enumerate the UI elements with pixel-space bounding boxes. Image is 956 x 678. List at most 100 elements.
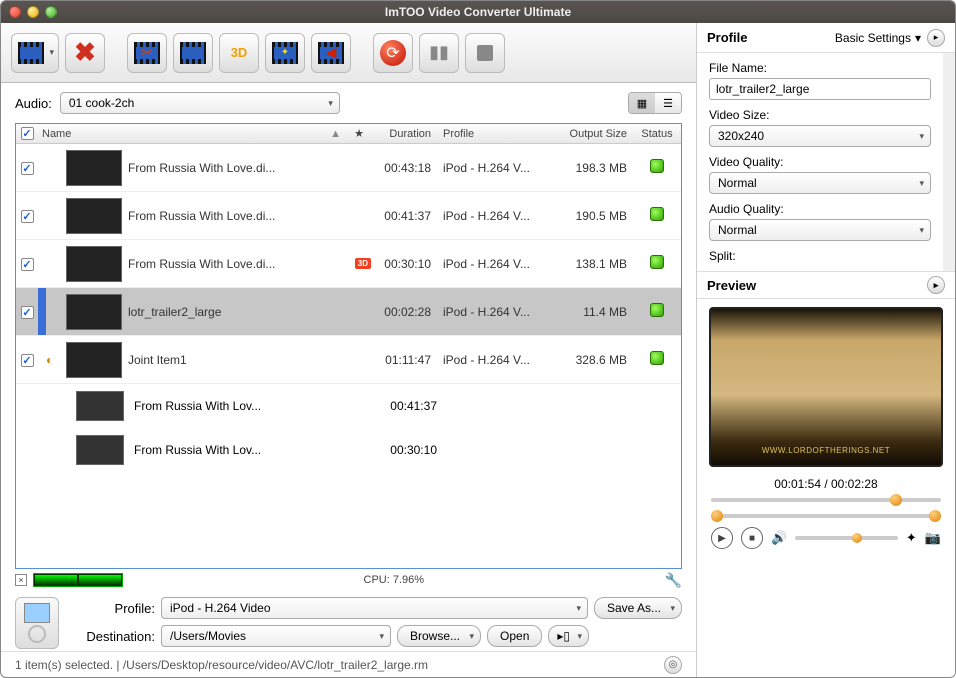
row-checkbox[interactable] bbox=[21, 162, 34, 175]
titlebar: ImTOO Video Converter Ultimate bbox=[1, 1, 955, 23]
volume-icon[interactable]: 🔊 bbox=[771, 530, 787, 546]
preview-video[interactable]: WWW.LORDOFTHERINGS.NET bbox=[709, 307, 943, 467]
list-header[interactable]: Name▲ ★ Duration Profile Output Size Sta… bbox=[16, 124, 681, 144]
clip-button[interactable]: ✂ bbox=[127, 33, 167, 73]
play-button[interactable]: ▶ bbox=[711, 527, 733, 549]
status-indicator bbox=[650, 255, 664, 269]
stop-icon bbox=[477, 45, 493, 61]
table-row[interactable]: From Russia With Love.di...3D00:30:10iPo… bbox=[16, 240, 681, 288]
duration-cell: 00:43:18 bbox=[371, 161, 437, 175]
preview-timecode: 00:01:54 / 00:02:28 bbox=[697, 477, 955, 491]
sub-row[interactable]: From Russia With Lov...00:30:10 bbox=[16, 428, 681, 472]
destination-select[interactable]: /Users/Movies bbox=[161, 625, 391, 647]
duration-cell: 00:41:37 bbox=[371, 209, 437, 223]
size-cell: 11.4 MB bbox=[555, 305, 633, 319]
effects-button[interactable]: ✦ bbox=[265, 33, 305, 73]
col-profile[interactable]: Profile bbox=[437, 128, 555, 140]
thumbnail bbox=[66, 150, 122, 186]
duration-cell: 01:11:47 bbox=[371, 353, 437, 367]
duration-cell: 00:41:37 bbox=[390, 399, 437, 413]
edit-button[interactable] bbox=[173, 33, 213, 73]
window-title: ImTOO Video Converter Ultimate bbox=[1, 5, 955, 19]
file-name: From Russia With Love.di... bbox=[128, 257, 355, 271]
thumbnail bbox=[76, 435, 124, 465]
file-name: From Russia With Love.di... bbox=[128, 209, 371, 223]
filename-label: File Name: bbox=[709, 61, 931, 75]
videosize-label: Video Size: bbox=[709, 108, 931, 122]
videoquality-select[interactable]: Normal bbox=[709, 172, 931, 194]
range-slider[interactable] bbox=[711, 511, 941, 521]
profile-label: Profile: bbox=[69, 601, 155, 616]
size-cell: 138.1 MB bbox=[555, 257, 633, 271]
thumbnail bbox=[66, 342, 122, 378]
videosize-select[interactable]: 320x240 bbox=[709, 125, 931, 147]
table-row[interactable]: From Russia With Love.di...00:43:18iPod … bbox=[16, 144, 681, 192]
col-output-size[interactable]: Output Size bbox=[555, 128, 633, 140]
pause-button[interactable]: ▮▮ bbox=[419, 33, 459, 73]
profile-expand-button[interactable]: ▸ bbox=[927, 29, 945, 47]
stop-preview-button[interactable]: ■ bbox=[741, 527, 763, 549]
thumbnail-view-button[interactable]: ▦ bbox=[629, 93, 655, 113]
col-duration[interactable]: Duration bbox=[371, 128, 437, 140]
preview-expand-button[interactable]: ▸ bbox=[927, 276, 945, 294]
duration-cell: 00:30:10 bbox=[390, 443, 437, 457]
output-device-button[interactable]: ▸▯ bbox=[548, 625, 589, 647]
open-button[interactable]: Open bbox=[487, 625, 542, 647]
profile-cell: iPod - H.264 V... bbox=[437, 305, 555, 319]
videoquality-label: Video Quality: bbox=[709, 155, 931, 169]
row-checkbox[interactable] bbox=[21, 258, 34, 271]
size-cell: 190.5 MB bbox=[555, 209, 633, 223]
size-cell: 328.6 MB bbox=[555, 353, 633, 367]
table-row[interactable]: From Russia With Love.di...00:41:37iPod … bbox=[16, 192, 681, 240]
profile-cell: iPod - H.264 V... bbox=[437, 257, 555, 271]
convert-button[interactable]: ⟳ bbox=[373, 33, 413, 73]
3d-button[interactable]: 3D bbox=[219, 33, 259, 73]
row-checkbox[interactable] bbox=[21, 306, 34, 319]
profile-panel-header: Profile bbox=[707, 30, 747, 45]
audio-label: Audio: bbox=[15, 96, 52, 111]
row-checkbox[interactable] bbox=[21, 210, 34, 223]
col-name[interactable]: Name▲ bbox=[38, 128, 347, 140]
table-row[interactable]: lotr_trailer2_large00:02:28iPod - H.264 … bbox=[16, 288, 681, 336]
file-list: Name▲ ★ Duration Profile Output Size Sta… bbox=[15, 123, 682, 569]
status-indicator bbox=[650, 159, 664, 173]
row-checkbox[interactable] bbox=[21, 354, 34, 367]
seek-slider[interactable] bbox=[711, 495, 941, 505]
col-star[interactable]: ★ bbox=[347, 127, 371, 140]
audioquality-select[interactable]: Normal bbox=[709, 219, 931, 241]
basic-settings-dropdown[interactable]: Basic Settings ▾ bbox=[835, 31, 921, 45]
list-view-button[interactable]: ☰ bbox=[655, 93, 681, 113]
effects-preview-icon[interactable]: ✦ bbox=[906, 530, 917, 546]
remove-button[interactable]: ✖ bbox=[65, 33, 105, 73]
info-icon[interactable]: ◎ bbox=[664, 656, 682, 674]
profile-select[interactable]: iPod - H.264 Video bbox=[161, 597, 588, 619]
stop-button[interactable] bbox=[465, 33, 505, 73]
3d-badge: 3D bbox=[355, 258, 371, 269]
thumbnail bbox=[66, 246, 122, 282]
status-indicator bbox=[650, 351, 664, 365]
filename-input[interactable] bbox=[709, 78, 931, 100]
select-all-checkbox[interactable] bbox=[21, 127, 34, 140]
settings-icon[interactable]: 🔧 bbox=[665, 572, 682, 589]
audioquality-label: Audio Quality: bbox=[709, 202, 931, 216]
file-name: From Russia With Love.di... bbox=[128, 161, 371, 175]
preview-header: Preview bbox=[707, 278, 756, 293]
table-row[interactable]: ◐Joint Item101:11:47iPod - H.264 V...328… bbox=[16, 336, 681, 384]
status-indicator bbox=[650, 207, 664, 221]
col-status[interactable]: Status bbox=[633, 128, 681, 140]
merge-button[interactable]: ◀ bbox=[311, 33, 351, 73]
preview-watermark: WWW.LORDOFTHERINGS.NET bbox=[762, 446, 890, 455]
add-file-button[interactable] bbox=[11, 33, 59, 73]
device-icon bbox=[15, 597, 59, 649]
view-toggle[interactable]: ▦ ☰ bbox=[628, 92, 682, 114]
close-list-icon[interactable]: × bbox=[15, 574, 27, 586]
sub-row[interactable]: From Russia With Lov...00:41:37 bbox=[16, 384, 681, 428]
snapshot-button[interactable]: 📷 bbox=[925, 530, 941, 546]
thumbnail bbox=[76, 391, 124, 421]
status-text: 1 item(s) selected. | /Users/Desktop/res… bbox=[15, 658, 428, 672]
profile-cell: iPod - H.264 V... bbox=[437, 209, 555, 223]
volume-slider[interactable] bbox=[795, 536, 898, 540]
save-as-button[interactable]: Save As... bbox=[594, 597, 682, 619]
audio-select[interactable]: 01 cook-2ch bbox=[60, 92, 340, 114]
browse-button[interactable]: Browse... bbox=[397, 625, 481, 647]
